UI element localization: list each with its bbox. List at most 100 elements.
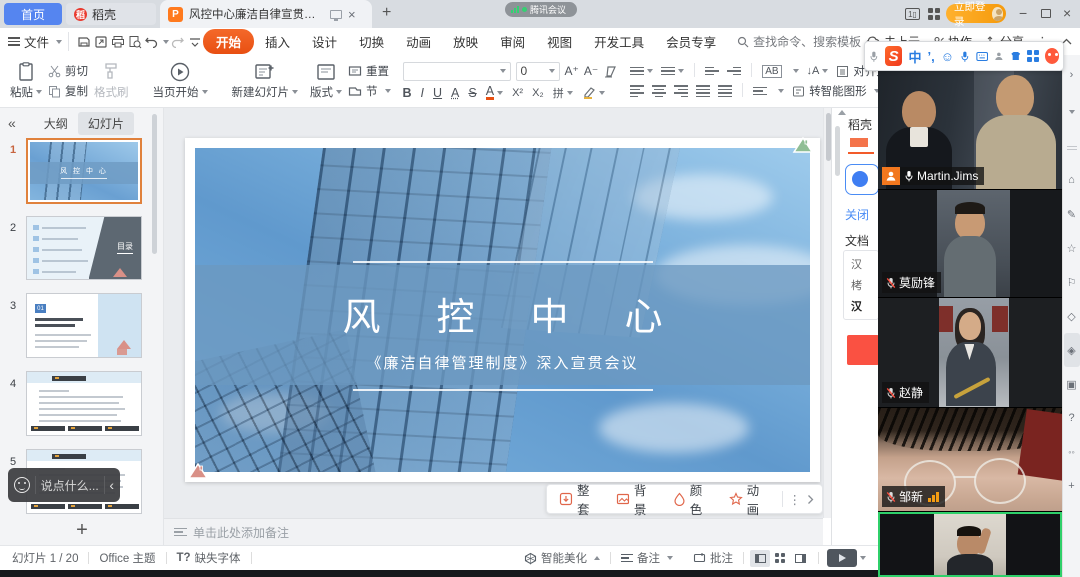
toolbar-more-icon[interactable]: [186, 33, 203, 50]
chat-collapse-icon[interactable]: ‹: [109, 477, 114, 493]
menu-tab-design[interactable]: 设计: [301, 32, 348, 51]
undo-icon[interactable]: [143, 33, 160, 50]
panel-action-button[interactable]: [845, 164, 879, 195]
command-search[interactable]: 查找命令、搜索模板: [737, 33, 861, 50]
menu-tab-home[interactable]: 开始: [203, 29, 254, 54]
increase-indent-icon[interactable]: [727, 67, 741, 76]
font-size-select[interactable]: 0: [516, 62, 560, 81]
numbered-list-button[interactable]: [661, 67, 684, 76]
ime-account-icon[interactable]: [994, 50, 1004, 62]
minimize-button[interactable]: −: [1019, 5, 1027, 21]
collapse-panel-icon[interactable]: «: [8, 115, 16, 131]
save-icon[interactable]: [75, 33, 92, 50]
menu-tab-devtools[interactable]: 开发工具: [583, 32, 655, 51]
menu-tab-review[interactable]: 审阅: [489, 32, 536, 51]
animation-button[interactable]: 动画: [725, 480, 776, 518]
note-toggle-button[interactable]: 备注: [611, 550, 683, 566]
panel-scroll-up-icon[interactable]: [838, 110, 846, 115]
new-slide-button[interactable]: 新建幻灯片: [226, 61, 305, 101]
play-options-caret[interactable]: [860, 556, 866, 560]
distribute-icon[interactable]: [718, 85, 732, 97]
font-list[interactable]: 汉 栲 汉: [843, 250, 879, 320]
slide-subtitle[interactable]: 《廉洁自律管理制度》深入宣贯会议: [195, 352, 810, 373]
sort-button[interactable]: ↓A: [807, 65, 829, 77]
print-preview-icon[interactable]: [126, 33, 143, 50]
align-left-icon[interactable]: [630, 85, 644, 97]
paste-button[interactable]: 粘贴: [4, 61, 48, 101]
slide-thumbnail-2[interactable]: 目录: [26, 216, 142, 280]
panel-download-button[interactable]: [847, 335, 879, 365]
file-menu[interactable]: 文件: [8, 32, 62, 51]
sidebar-scrollbar[interactable]: [152, 114, 157, 254]
char-spacing-button[interactable]: A: [451, 86, 459, 100]
close-window-button[interactable]: ×: [1063, 5, 1071, 21]
align-right-icon[interactable]: [674, 85, 688, 97]
cut-button[interactable]: 剪切: [48, 63, 88, 79]
layout-button[interactable]: 版式: [304, 61, 348, 101]
slide-thumbnail-4[interactable]: [26, 371, 142, 436]
slide-sorter-view-button[interactable]: [770, 550, 790, 567]
rail-caret-icon[interactable]: [1064, 95, 1080, 129]
tab-home[interactable]: 首页: [4, 3, 62, 25]
highlight-button[interactable]: [582, 86, 605, 99]
notes-placeholder[interactable]: 单击此处添加备注: [193, 524, 289, 541]
restore-button[interactable]: [1041, 9, 1051, 18]
menu-tab-member[interactable]: 会员专享: [655, 32, 727, 51]
rail-expand-icon[interactable]: ›: [1064, 55, 1080, 95]
rail-comment-icon[interactable]: ⚐: [1064, 265, 1080, 299]
subscript-button[interactable]: X₂: [532, 87, 544, 99]
ime-toolbox-icon[interactable]: [1027, 50, 1039, 62]
tab-slides[interactable]: 幻灯片: [78, 112, 134, 135]
italic-button[interactable]: I: [421, 86, 424, 100]
window-layout-icon[interactable]: 1▯: [905, 8, 920, 20]
export-icon[interactable]: [92, 33, 109, 50]
video-tile-1[interactable]: Martin.Jims: [878, 55, 1062, 189]
sogou-logo-icon[interactable]: S: [885, 46, 903, 66]
reset-button[interactable]: 重置: [348, 63, 391, 79]
beautify-button[interactable]: 智能美化: [514, 550, 610, 566]
font-item[interactable]: 汉: [851, 297, 878, 318]
meeting-floating-pill[interactable]: 腾讯会议: [505, 2, 577, 17]
font-item[interactable]: 栲: [851, 276, 878, 297]
menu-tab-view[interactable]: 视图: [536, 32, 583, 51]
rail-help-icon[interactable]: ?: [1064, 401, 1080, 435]
slide-title[interactable]: 风控中心: [195, 286, 810, 341]
new-tab-button[interactable]: +: [382, 4, 391, 22]
ime-punct-toggle[interactable]: ’,: [927, 49, 934, 64]
panel-active-tab[interactable]: [850, 138, 868, 147]
video-tile-2[interactable]: 莫励锋: [878, 190, 1062, 297]
print-icon[interactable]: [109, 33, 126, 50]
menu-tab-transition[interactable]: 切换: [348, 32, 395, 51]
panel-close-link[interactable]: 关闭: [845, 206, 869, 223]
rail-star-icon[interactable]: ☆: [1064, 231, 1080, 265]
underline-button[interactable]: U: [433, 86, 442, 100]
color-button[interactable]: 颜色: [669, 480, 719, 518]
font-color-button[interactable]: A: [486, 85, 503, 101]
all-apps-grid-icon[interactable]: [928, 8, 940, 20]
slideshow-play-button[interactable]: [827, 549, 857, 567]
ime-mic-gray-icon[interactable]: [869, 50, 879, 63]
ime-lang-toggle[interactable]: 中: [908, 47, 921, 66]
chat-input-placeholder[interactable]: 说点什么...: [41, 477, 99, 494]
line-spacing-icon[interactable]: [753, 87, 767, 96]
bullet-list-button[interactable]: [630, 67, 653, 76]
tab-docer[interactable]: 稻 稻壳: [66, 3, 156, 25]
tab-outline[interactable]: 大纲: [44, 115, 68, 132]
quickbar-more-icon[interactable]: ⋮: [789, 492, 802, 507]
superscript-button[interactable]: X²: [512, 87, 523, 99]
notes-bar[interactable]: 单击此处添加备注: [164, 518, 823, 545]
video-tile-3[interactable]: 赵静: [878, 298, 1062, 407]
ime-mascot-icon[interactable]: [1045, 48, 1059, 64]
meeting-chat-bubble[interactable]: 说点什么... ‹: [8, 468, 120, 502]
theme-name[interactable]: Office 主题: [89, 550, 165, 566]
present-mode-icon[interactable]: [330, 10, 342, 19]
rail-add-icon[interactable]: +: [1064, 469, 1080, 503]
comment-button[interactable]: 批注: [683, 550, 743, 566]
rail-sign-icon[interactable]: ◇: [1064, 299, 1080, 333]
slide-thumbnail-3[interactable]: 01: [26, 293, 142, 358]
video-tile-4[interactable]: 邹新: [878, 408, 1062, 511]
font-family-select[interactable]: [403, 62, 511, 81]
ime-emoji-icon[interactable]: ☺: [941, 49, 954, 64]
section-button[interactable]: 节: [348, 83, 391, 99]
login-button[interactable]: 立即登录: [946, 4, 1006, 23]
